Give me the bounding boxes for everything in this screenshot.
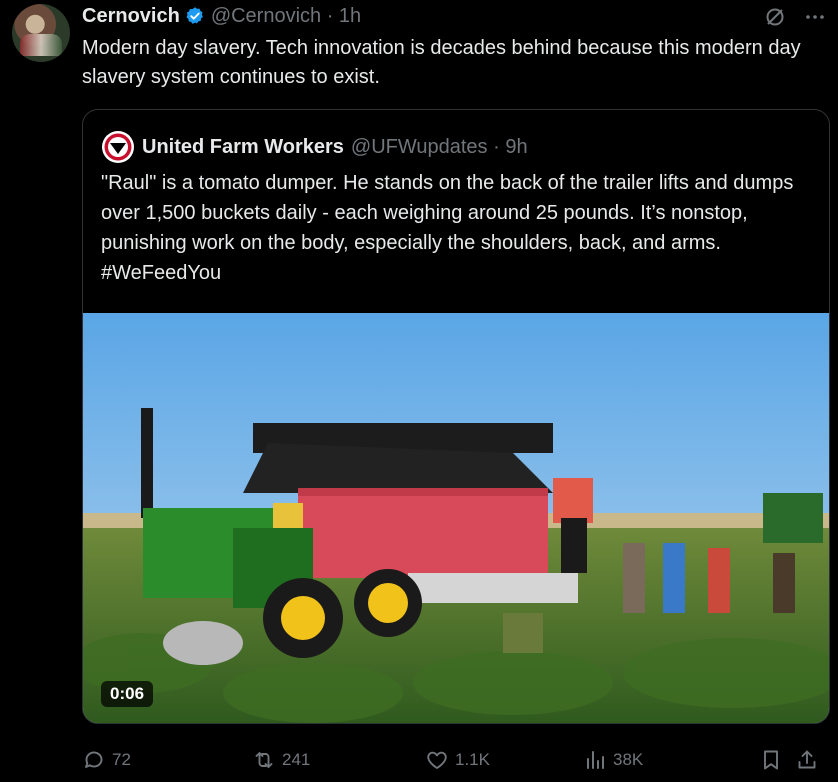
- views-button[interactable]: 38K: [583, 748, 759, 772]
- video-thumbnail: [83, 313, 829, 723]
- quoted-author-handle[interactable]: @UFWupdates · 9h: [351, 136, 528, 159]
- heart-icon: [427, 751, 447, 769]
- tweet: Cernovich @Cernovich · 1h Modern day sla…: [0, 0, 838, 782]
- bookmark-button[interactable]: [759, 748, 795, 772]
- author-avatar[interactable]: [12, 4, 70, 62]
- like-count: 1.1K: [455, 750, 490, 769]
- reply-icon: [85, 751, 103, 768]
- hashtag-link[interactable]: #WeFeedYou: [101, 262, 221, 284]
- repost-icon: [255, 752, 273, 768]
- verified-badge-icon: [185, 6, 205, 26]
- views-count: 38K: [613, 750, 644, 769]
- share-icon: [798, 750, 816, 769]
- quoted-body: "Raul" is a tomato dumper. He stands on …: [101, 172, 794, 254]
- tweet-text: Modern day slavery. Tech innovation is d…: [82, 37, 801, 88]
- tweet-top-actions: [762, 4, 828, 30]
- quoted-text: "Raul" is a tomato dumper. He stands on …: [101, 168, 813, 288]
- quoted-tweet[interactable]: United Farm Workers @UFWupdates · 9h "Ra…: [82, 109, 830, 724]
- author-name[interactable]: Cernovich: [82, 5, 180, 28]
- video-duration: 0:06: [101, 681, 154, 707]
- tweet-header: Cernovich @Cernovich · 1h: [82, 3, 361, 29]
- action-bar: 72 241 1.1K 38K: [82, 744, 832, 776]
- quoted-author-name[interactable]: United Farm Workers: [142, 136, 344, 159]
- more-icon[interactable]: [802, 4, 828, 30]
- like-button[interactable]: 1.1K: [425, 748, 583, 772]
- quoted-header: United Farm Workers @UFWupdates · 9h: [101, 130, 528, 164]
- reply-count: 72: [112, 750, 131, 769]
- ufw-logo-icon: [101, 130, 135, 164]
- share-button[interactable]: [795, 748, 825, 772]
- reply-button[interactable]: 72: [82, 748, 252, 772]
- video-player[interactable]: 0:06: [83, 313, 829, 723]
- bookmark-icon: [764, 750, 778, 770]
- author-handle[interactable]: @Cernovich · 1h: [211, 5, 361, 28]
- views-icon: [587, 751, 604, 769]
- grok-icon[interactable]: [762, 4, 788, 30]
- repost-button[interactable]: 241: [252, 748, 425, 772]
- repost-count: 241: [282, 750, 311, 769]
